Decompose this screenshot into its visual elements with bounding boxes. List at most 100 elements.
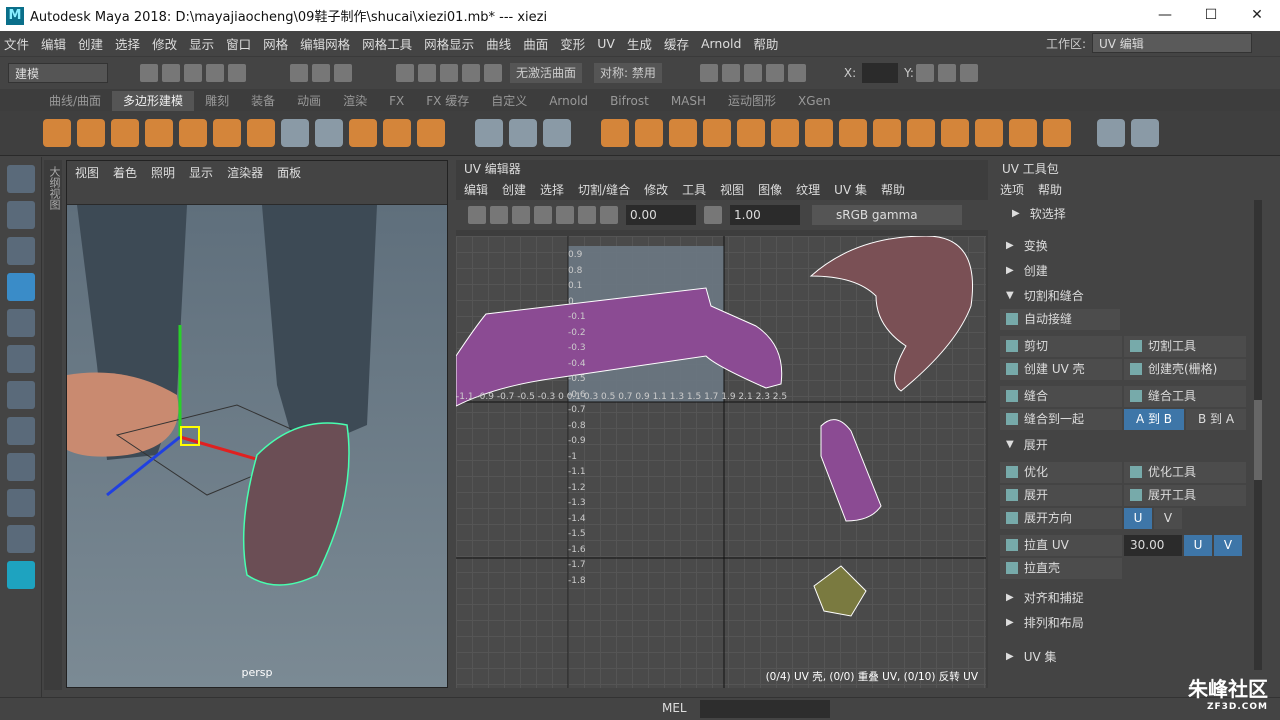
viewport-menu-item-3[interactable]: 显示 [189,164,213,181]
x-coordinate-input[interactable] [862,62,899,83]
snap-grid-icon[interactable] [396,63,414,82]
create-shell-grid-button[interactable]: 创建壳(栅格) [1124,359,1246,380]
minimize-button[interactable]: — [1142,0,1188,31]
poly-sphere-icon[interactable] [43,119,71,147]
optimize-tool-button[interactable]: 优化工具 [1124,462,1246,483]
perspective-viewport[interactable]: 视图 着色 照明 显示 渲染器 面板 persp [66,160,448,688]
bevel-icon[interactable] [839,119,867,147]
menu-item-14[interactable]: UV [597,36,615,51]
uv-menu-item-3[interactable]: 切割/缝合 [578,181,630,198]
shelf-tab-7[interactable]: FX 缓存 [415,91,480,111]
exposure-icon[interactable] [600,206,618,224]
menu-set-dropdown[interactable]: 建模 [8,62,108,83]
section-transform[interactable]: ▶ 变换 [994,233,1264,257]
shelf-tab-3[interactable]: 装备 [240,91,286,111]
rotate-tool-icon[interactable] [7,309,35,337]
target-weld-icon[interactable] [1043,119,1071,147]
multi-cut-icon[interactable] [1009,119,1037,147]
sweep-mesh-icon[interactable] [475,119,503,147]
section-cut-sew[interactable]: ▼ 切割和缝合 [994,283,1264,307]
workspace-dropdown[interactable]: UV 编辑 [1092,33,1252,53]
select-by-object-icon[interactable] [312,63,330,82]
edge-loop-icon[interactable] [1131,119,1159,147]
menu-options[interactable]: 选项 [1000,181,1024,198]
section-align-snap[interactable]: ▶ 对齐和捕捉 [994,585,1264,609]
poly-cone-icon[interactable] [145,119,173,147]
menu-item-10[interactable]: 网格显示 [424,34,474,53]
straighten-angle-input[interactable]: 30.00 [1124,535,1182,556]
snowflake-icon[interactable] [543,119,571,147]
shelf-tab-5[interactable]: 渲染 [332,91,378,111]
snap-surface-icon[interactable] [484,63,502,82]
shelf-tab-13[interactable]: XGen [787,91,842,111]
menu-item-9[interactable]: 网格工具 [362,34,412,53]
hypershade-icon[interactable] [787,63,806,82]
outliner-layout-icon[interactable] [7,525,35,553]
exposure-input[interactable]: 0.00 [626,205,696,225]
viewport-scene[interactable]: persp [67,205,447,687]
bridge-icon[interactable] [805,119,833,147]
snap-curve-icon[interactable] [418,63,436,82]
combine-icon[interactable] [601,119,629,147]
poly-type-icon[interactable] [315,119,343,147]
select-by-hierarchy-icon[interactable] [290,63,308,82]
select-tool-icon[interactable] [7,165,35,193]
straighten-u-button[interactable]: U [1184,535,1212,556]
uv-shell-small[interactable] [813,565,867,617]
colorspace-dropdown[interactable]: sRGB gamma [812,205,962,225]
menu-item-2[interactable]: 创建 [78,34,103,53]
render-settings-icon[interactable] [765,63,784,82]
uv-menu-item-9[interactable]: UV 集 [834,181,867,198]
section-uv-sets[interactable]: ▶ UV 集 [994,644,1264,668]
menu-item-15[interactable]: 生成 [627,34,652,53]
viewport-menu-item-0[interactable]: 视图 [75,164,99,181]
unfold-u-button[interactable]: U [1124,508,1152,529]
poly-torus-icon[interactable] [179,119,207,147]
straighten-uv-button[interactable]: 拉直 UV [1000,535,1122,556]
super-shape-icon[interactable] [349,119,377,147]
uv-canvas[interactable]: 0.9 0.8 0.1 0 -0.1 -0.2 -0.3 -0.4 -0.5 -0.6 -0.7 -0… [456,236,986,688]
uv-menu-item-10[interactable]: 帮助 [881,181,905,198]
viewport-menu-item-4[interactable]: 渲染器 [227,164,263,181]
separate-icon[interactable] [635,119,663,147]
uv-shell-heel[interactable] [820,419,882,522]
auto-seams-button[interactable]: 自动接缝 [1000,309,1120,330]
render-frame-icon[interactable] [721,63,740,82]
menu-item-18[interactable]: 帮助 [753,34,778,53]
b-to-a-button[interactable]: B 到 A [1186,409,1246,430]
sew-tool-button[interactable]: 缝合工具 [1124,386,1246,407]
outliner-side-tab[interactable]: 大纲视图 [44,160,62,690]
shelf-tab-12[interactable]: 运动图形 [717,91,787,111]
poly-plane-icon[interactable] [213,119,241,147]
mel-label[interactable]: MEL [662,701,687,715]
paint-select-tool-icon[interactable] [7,237,35,265]
uv-shaded-icon[interactable] [490,206,508,224]
uv-menu-item-4[interactable]: 修改 [644,181,668,198]
smooth-icon[interactable] [703,119,731,147]
section-arrange-layout[interactable]: ▶ 排列和布局 [994,610,1264,634]
collapse-icon[interactable] [975,119,1003,147]
two-view-layout-icon[interactable] [7,489,35,517]
unfold-button[interactable]: 展开 [1000,485,1122,506]
append-icon[interactable] [873,119,901,147]
straighten-v-button[interactable]: V [1214,535,1242,556]
snap-point-icon[interactable] [440,63,458,82]
new-scene-icon[interactable] [140,63,158,82]
fill-hole-icon[interactable] [907,119,935,147]
tool-settings-icon[interactable] [937,63,956,82]
shelf-tab-1[interactable]: 多边形建模 [112,91,195,111]
unfold-tool-button[interactable]: 展开工具 [1124,485,1246,506]
menu-item-16[interactable]: 缓存 [664,34,689,53]
shelf-tab-2[interactable]: 雕刻 [194,91,240,111]
a-to-b-button[interactable]: A 到 B [1124,409,1184,430]
channel-box-icon[interactable] [959,63,978,82]
menu-item-5[interactable]: 显示 [189,34,214,53]
uv-menu-item-2[interactable]: 选择 [540,181,564,198]
last-tool-icon[interactable] [7,381,35,409]
uv-menu-item-8[interactable]: 纹理 [796,181,820,198]
sew-button[interactable]: 缝合 [1000,386,1122,407]
move-tool-icon[interactable] [7,273,35,301]
snap-view-icon[interactable] [462,63,480,82]
poly-cube-icon[interactable] [77,119,105,147]
scrollbar-thumb[interactable] [1254,400,1262,480]
